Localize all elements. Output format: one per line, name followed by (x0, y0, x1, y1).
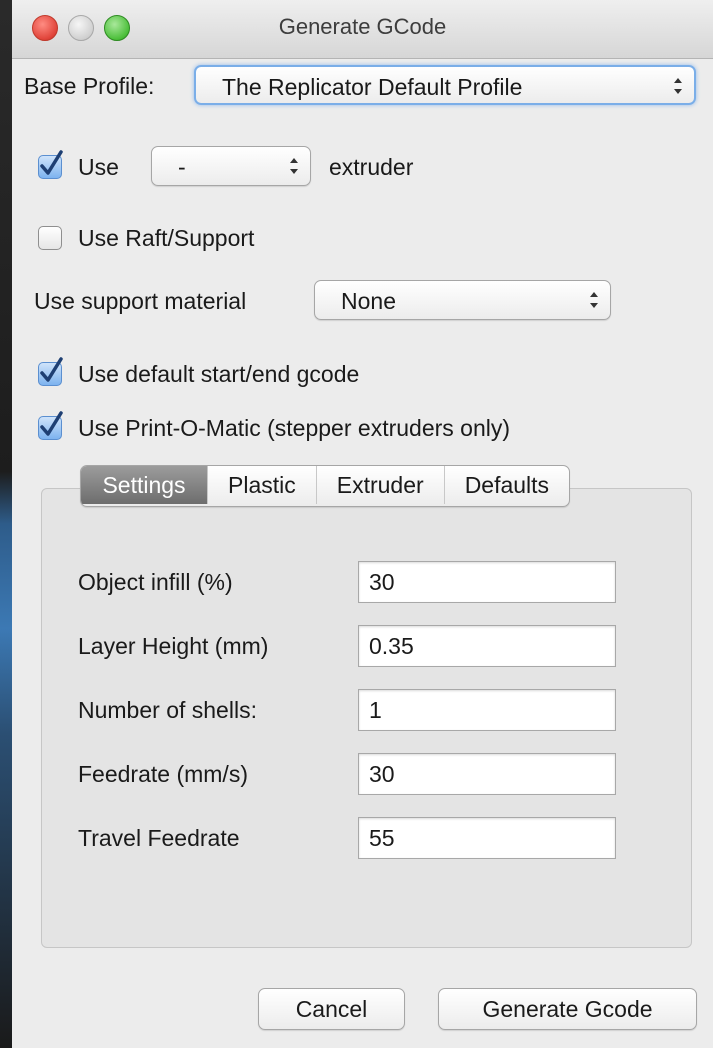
select-arrows-icon (590, 292, 598, 308)
checkmark-icon (40, 150, 63, 175)
object-infill-label: Object infill (%) (78, 569, 233, 595)
extruder-select-value: - (178, 154, 186, 180)
extruder-select[interactable]: - (151, 146, 311, 186)
tab-defaults[interactable]: Defaults (443, 466, 569, 504)
base-profile-select[interactable]: The Replicator Default Profile (194, 65, 696, 105)
support-material-value: None (341, 288, 396, 314)
default-gcode-label: Use default start/end gcode (78, 361, 360, 387)
travel-feedrate-label: Travel Feedrate (78, 825, 240, 851)
window-title: Generate GCode (278, 14, 447, 39)
checkmark-icon (40, 357, 63, 382)
select-arrows-icon (674, 78, 682, 94)
support-material-label: Use support material (34, 288, 247, 314)
print-o-matic-label: Use Print-O-Matic (stepper extruders onl… (78, 415, 511, 441)
feedrate-label: Feedrate (mm/s) (78, 761, 248, 787)
layer-height-label: Layer Height (mm) (78, 633, 269, 659)
layer-height-field[interactable] (358, 625, 616, 667)
background-strip (0, 0, 12, 1048)
object-infill-field[interactable] (358, 561, 616, 603)
use-extruder-label: Use (78, 154, 119, 180)
support-material-select[interactable]: None (314, 280, 611, 320)
base-profile-value: The Replicator Default Profile (222, 74, 523, 100)
select-arrows-icon (290, 158, 298, 174)
travel-feedrate-field[interactable] (358, 817, 616, 859)
generate-gcode-button[interactable]: Generate Gcode (438, 988, 697, 1030)
print-o-matic-checkbox[interactable] (38, 411, 63, 440)
base-profile-label: Base Profile: (24, 73, 155, 99)
number-of-shells-field[interactable] (358, 689, 616, 731)
tab-settings[interactable]: Settings (81, 466, 207, 504)
use-raft-support-label: Use Raft/Support (78, 225, 255, 251)
use-raft-support-checkbox[interactable] (38, 226, 62, 250)
checkmark-icon (40, 411, 63, 436)
use-extruder-checkbox[interactable] (38, 150, 63, 179)
default-gcode-checkbox[interactable] (38, 357, 63, 386)
feedrate-field[interactable] (358, 753, 616, 795)
settings-tab-bar: Settings Plastic Extruder Defaults (80, 465, 571, 507)
tab-plastic[interactable]: Plastic (207, 466, 316, 504)
cancel-button[interactable]: Cancel (258, 988, 405, 1030)
number-of-shells-label: Number of shells: (78, 697, 257, 723)
generate-gcode-dialog: Generate GCode Base Profile: The Replica… (12, 0, 713, 1048)
tab-extruder[interactable]: Extruder (315, 466, 444, 504)
extruder-suffix-label: extruder (329, 154, 414, 180)
title-bar: Generate GCode (12, 0, 713, 59)
